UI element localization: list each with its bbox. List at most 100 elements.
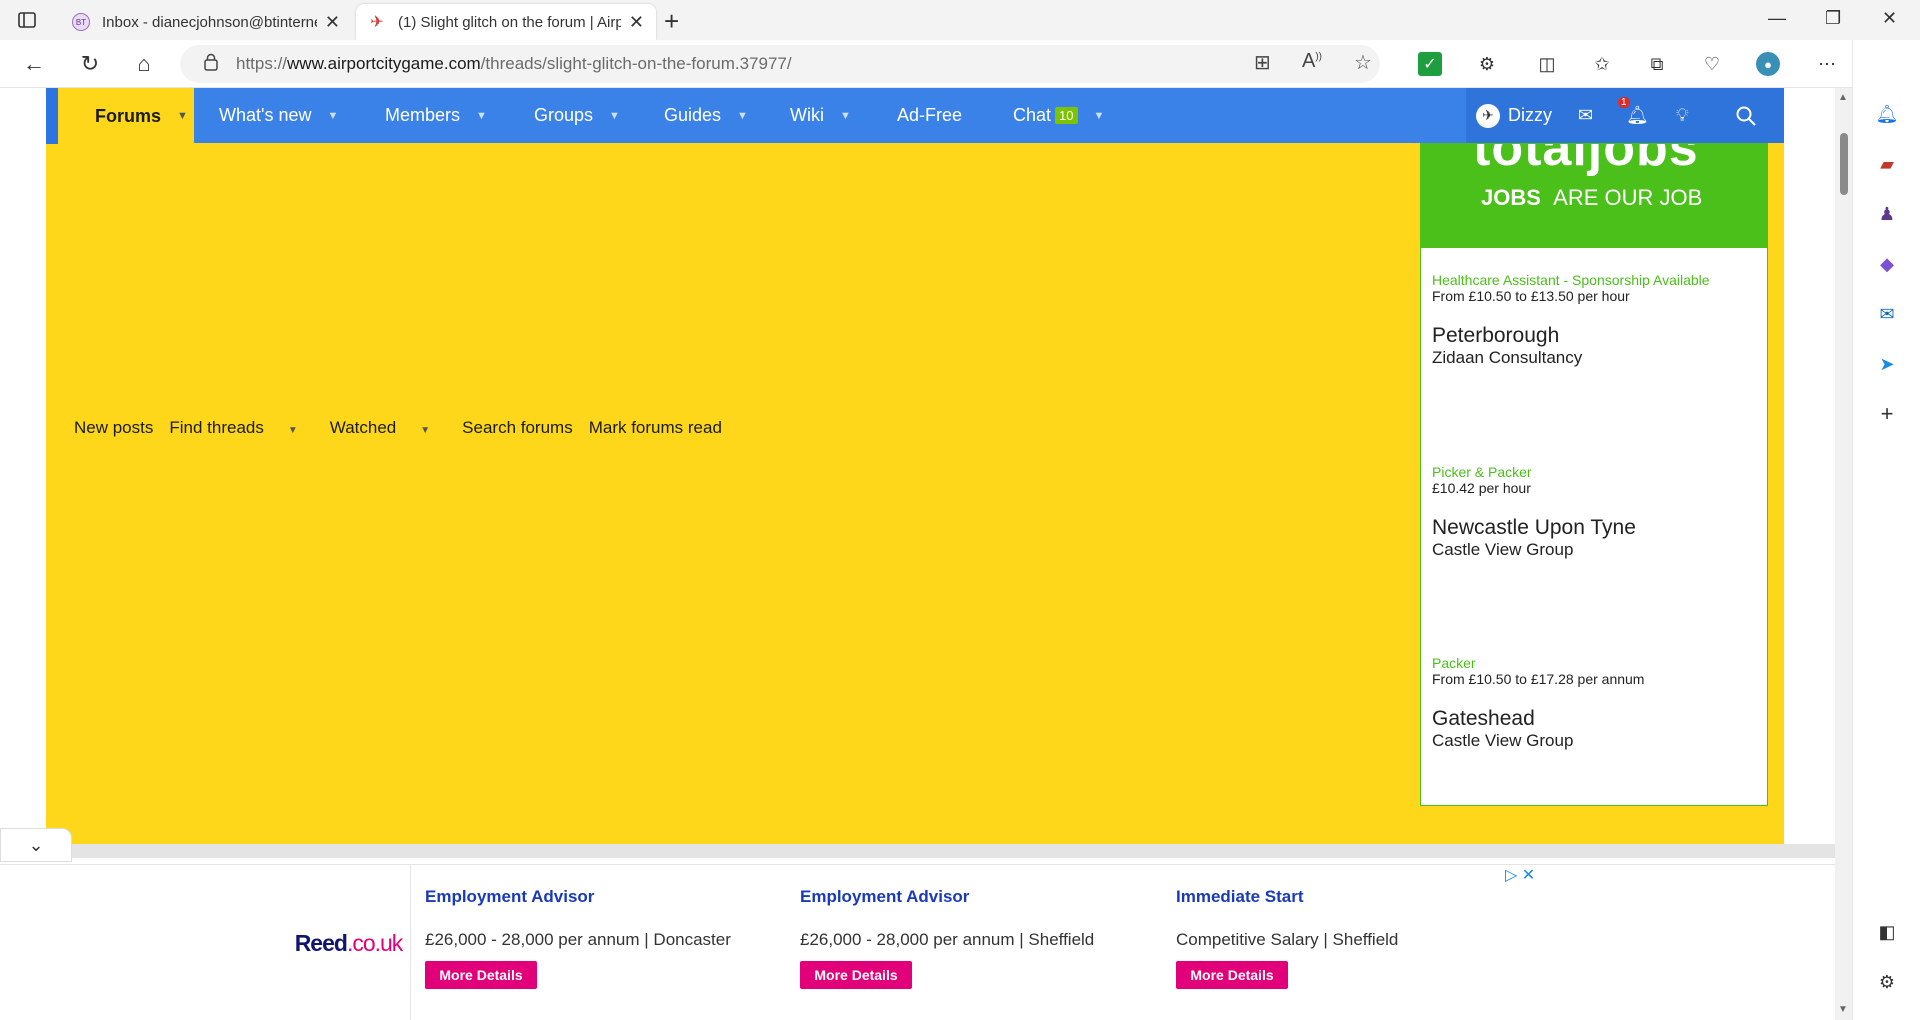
read-aloud-icon[interactable]: A)) — [1302, 50, 1322, 73]
job-listing[interactable]: Healthcare Assistant - Sponsorship Avail… — [1432, 272, 1762, 368]
reed-job-detail: £26,000 - 28,000 per annum | Doncaster — [425, 930, 731, 949]
tab-inbox[interactable]: BT Inbox - dianecjohnson@btinternet.com … — [60, 4, 352, 40]
nav-ad-free[interactable]: Ad-Free — [897, 88, 962, 143]
sidebar-settings-icon[interactable]: ⚙ — [1875, 970, 1899, 994]
browser-essentials-icon[interactable]: ♡ — [1700, 52, 1724, 76]
alerts-count-badge: 1 — [1618, 97, 1630, 108]
lightbulb-icon[interactable]: 💡︎ — [1676, 88, 1689, 143]
nav-groups[interactable]: Groups ▼ — [534, 88, 620, 143]
job-listing[interactable]: Picker & Packer £10.42 per hour Newcastl… — [1432, 464, 1762, 560]
reed-ad-banner[interactable]: Reed .co.uk Employment Advisor £26,000 - … — [0, 864, 1835, 1020]
job-location: Gateshead — [1432, 707, 1535, 730]
nav-forums[interactable]: Forums ▼ — [46, 88, 194, 144]
tab-title: (1) Slight glitch on the forum | Airport… — [398, 13, 621, 31]
collapse-ad-button[interactable]: ⌄ — [0, 828, 72, 862]
send-icon[interactable]: ➤ — [1875, 352, 1899, 376]
add-sidebar-app-icon[interactable]: + — [1875, 401, 1899, 426]
edge-sidebar: 🔔︎ ▰ ♟ ◆ ✉ ➤ + ◧ ⚙ — [1852, 40, 1920, 1020]
microsoft-365-icon[interactable]: ◆ — [1875, 252, 1899, 276]
tab-airport-city[interactable]: ✈ (1) Slight glitch on the forum | Airpo… — [356, 4, 656, 40]
scroll-thumb[interactable] — [1840, 133, 1848, 195]
inbox-icon[interactable]: ✉ — [1578, 88, 1593, 143]
job-title[interactable]: Packer — [1432, 655, 1762, 671]
checkmark-extension-icon[interactable]: ✓ — [1418, 52, 1442, 76]
nav-wiki[interactable]: Wiki ▼ — [790, 88, 851, 143]
site-content: Forums ▼ What's new ▼ Members ▼ Groups ▼ Gui… — [46, 88, 1784, 844]
home-button[interactable]: ⌂ — [130, 50, 158, 78]
url-field[interactable]: https://www.airportcitygame.com/threads/… — [180, 45, 1380, 83]
avatar: ✈ — [1476, 103, 1500, 128]
favorites-icon[interactable]: ✩ — [1590, 52, 1614, 76]
close-icon[interactable]: ✕ — [325, 12, 340, 33]
close-icon[interactable]: ✕ — [629, 12, 644, 33]
new-tab-button[interactable]: + — [664, 6, 679, 37]
extensions-icon[interactable]: ⚙ — [1475, 52, 1499, 76]
job-title[interactable]: Healthcare Assistant - Sponsorship Avail… — [1432, 272, 1762, 288]
hide-sidebar-icon[interactable]: ◧ — [1875, 920, 1899, 944]
search-icon[interactable] — [1736, 88, 1756, 143]
new-posts-link[interactable]: New posts — [74, 418, 153, 438]
chevron-down-icon[interactable]: ▼ — [840, 110, 851, 122]
tab-actions-icon[interactable] — [16, 9, 38, 31]
chevron-down-icon[interactable]: ▼ — [476, 110, 487, 122]
reed-job-title[interactable]: Immediate Start — [1176, 887, 1304, 907]
nav-members[interactable]: Members ▼ — [385, 88, 487, 143]
scroll-up-arrow[interactable]: ▲ — [1838, 92, 1848, 103]
nav-guides[interactable]: Guides ▼ — [664, 88, 748, 143]
lock-icon[interactable] — [204, 53, 218, 76]
totaljobs-logo: totaljobs — [1473, 144, 1699, 177]
chevron-down-icon[interactable]: ▼ — [737, 110, 748, 122]
chevron-down-icon[interactable]: ▼ — [420, 425, 430, 436]
browser-tab-bar: BT Inbox - dianecjohnson@btinternet.com … — [0, 0, 1920, 40]
restore-button[interactable]: ❐ — [1825, 8, 1841, 29]
plane-icon: ✈ — [370, 14, 384, 31]
chat-count-badge: 10 — [1055, 107, 1078, 124]
forum-navbar: Forums ▼ What's new ▼ Members ▼ Groups ▼ Gui… — [46, 88, 1784, 144]
notification-bell-icon[interactable]: 🔔︎ — [1875, 102, 1899, 126]
url-text: https://www.airportcitygame.com/threads/… — [236, 54, 792, 73]
favorite-star-icon[interactable]: ☆ — [1354, 50, 1372, 75]
split-screen-icon[interactable]: ◫ — [1535, 52, 1559, 76]
job-title[interactable]: Picker & Packer — [1432, 464, 1762, 480]
job-listing[interactable]: Packer From £10.50 to £17.28 per annum G… — [1432, 655, 1762, 751]
page-footer-strip — [46, 844, 1835, 858]
adchoices-icon[interactable]: ▷ ✕ — [1505, 865, 1535, 885]
find-threads-link[interactable]: Find threads ▼ — [169, 418, 313, 438]
page-scrollbar[interactable]: ▲ ▼ — [1835, 88, 1852, 1020]
chevron-down-icon[interactable]: ▼ — [609, 110, 620, 122]
back-button[interactable]: ← — [20, 50, 48, 78]
reed-job-title[interactable]: Employment Advisor — [425, 887, 594, 907]
job-location: Newcastle Upon Tyne — [1432, 516, 1636, 539]
alerts-bell-icon[interactable]: 🔔︎ 1 — [1618, 88, 1649, 143]
search-forums-link[interactable]: Search forums — [462, 418, 573, 438]
games-icon[interactable]: ♟ — [1875, 202, 1899, 226]
job-company: Castle View Group — [1432, 540, 1574, 559]
chevron-down-icon: ⌄ — [28, 834, 44, 855]
more-details-button[interactable]: More Details — [425, 961, 537, 989]
outlook-icon[interactable]: ✉ — [1875, 302, 1899, 326]
reed-job-title[interactable]: Employment Advisor — [800, 887, 969, 907]
forum-subnav: New posts Find threads ▼ Watched ▼ Search … — [74, 418, 738, 438]
mark-forums-read-link[interactable]: Mark forums read — [589, 418, 722, 438]
more-menu-icon[interactable]: ⋯ — [1815, 52, 1839, 76]
refresh-button[interactable]: ↻ — [76, 50, 104, 78]
user-menu[interactable]: ✈ Dizzy — [1476, 88, 1552, 143]
more-details-button[interactable]: More Details — [800, 961, 912, 989]
chevron-down-icon[interactable]: ▼ — [1094, 110, 1105, 122]
minimize-button[interactable]: — — [1768, 8, 1786, 29]
scroll-down-arrow[interactable]: ▼ — [1838, 1004, 1848, 1015]
nav-whats-new[interactable]: What's new ▼ — [219, 88, 338, 143]
chevron-down-icon[interactable]: ▼ — [288, 425, 298, 436]
nav-chat[interactable]: Chat 10 ▼ — [1013, 88, 1104, 143]
tools-briefcase-icon[interactable]: ▰ — [1875, 152, 1899, 176]
close-window-button[interactable]: ✕ — [1882, 8, 1897, 29]
chevron-down-icon[interactable]: ▼ — [177, 110, 188, 122]
chevron-down-icon[interactable]: ▼ — [327, 110, 338, 122]
more-details-button[interactable]: More Details — [1176, 961, 1288, 989]
watched-link[interactable]: Watched ▼ — [330, 418, 446, 438]
app-available-icon[interactable]: ⊞ — [1254, 50, 1271, 75]
reed-logo[interactable]: Reed .co.uk — [287, 865, 411, 1020]
totaljobs-ad[interactable]: totaljobs JOBS ARE OUR JOB Healthcare As… — [1420, 143, 1768, 806]
profile-avatar[interactable]: ● — [1756, 52, 1780, 76]
collections-icon[interactable]: ⧉ — [1645, 52, 1669, 76]
